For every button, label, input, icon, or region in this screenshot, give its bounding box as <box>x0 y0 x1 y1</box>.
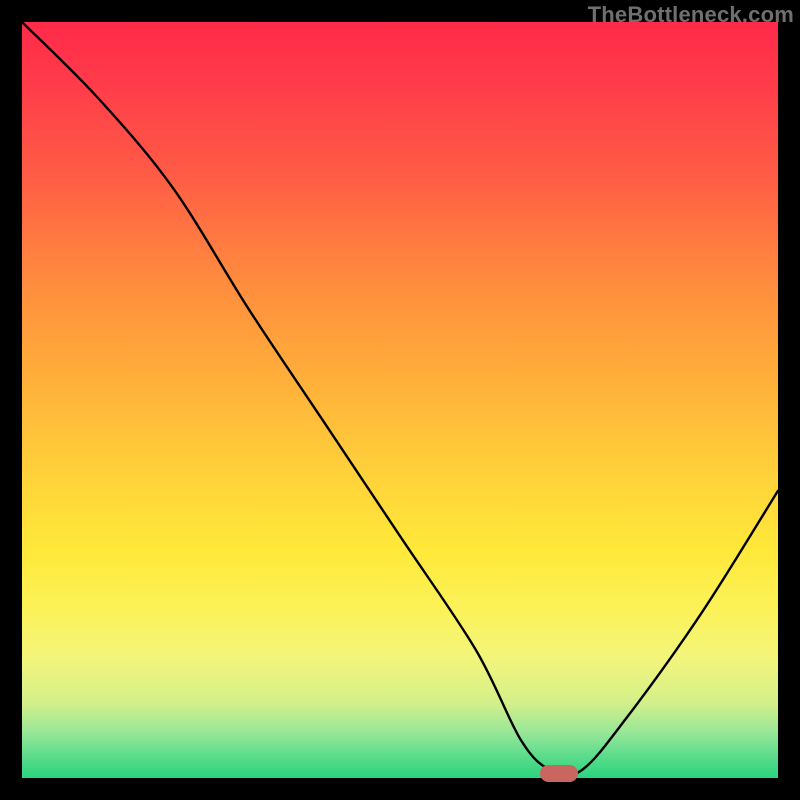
bottleneck-curve <box>22 22 778 778</box>
optimal-marker <box>540 765 578 782</box>
chart-frame: TheBottleneck.com <box>0 0 800 800</box>
plot-area <box>22 22 778 778</box>
